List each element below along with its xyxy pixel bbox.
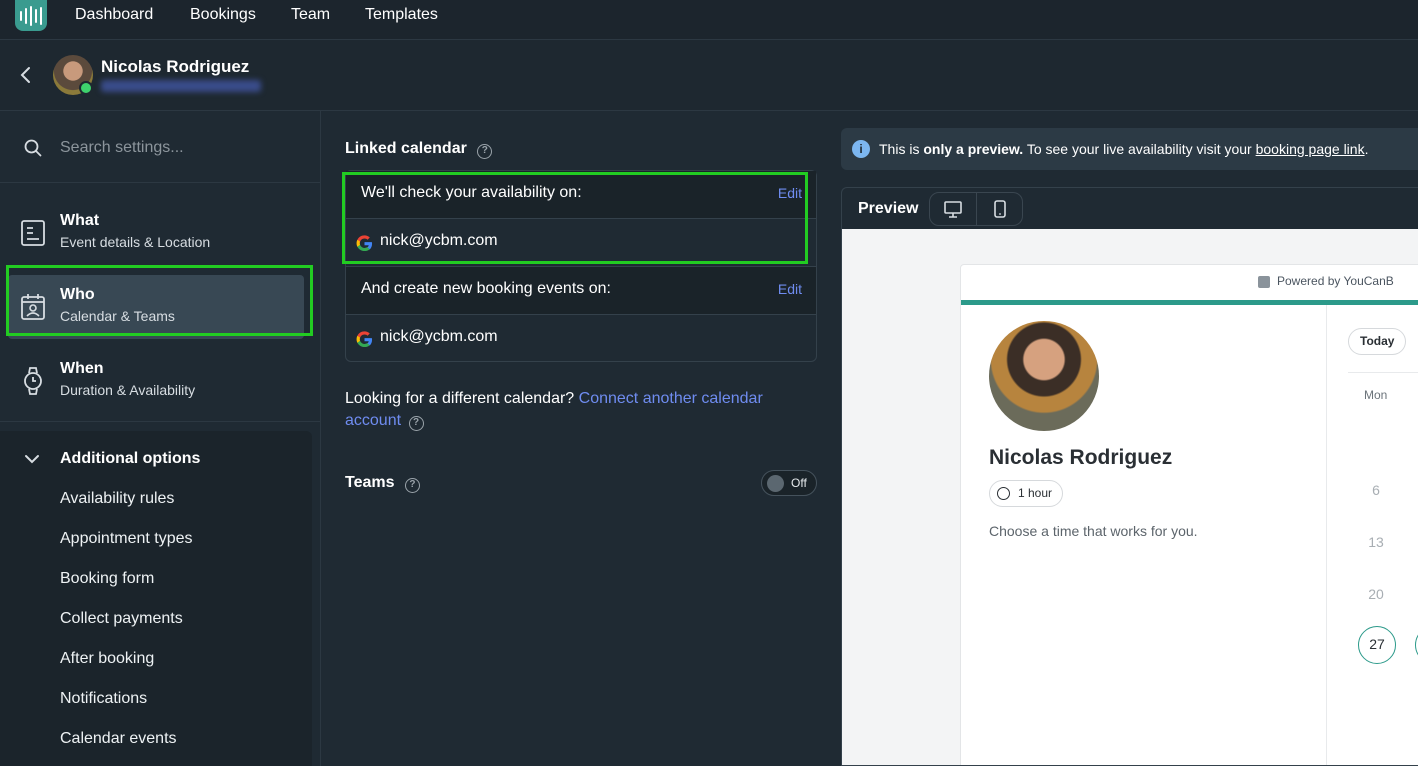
nav-bookings[interactable]: Bookings [190,6,256,24]
profile-photo [989,321,1099,431]
help-icon[interactable]: ? [477,144,493,159]
back-arrow-icon[interactable] [18,65,34,85]
nav-dashboard[interactable]: Dashboard [75,6,153,24]
option-notifications[interactable]: Notifications [60,690,147,708]
different-calendar-text: Looking for a different calendar? Connec… [345,388,815,432]
duration-badge: 1 hour [989,480,1064,507]
preview-panel: Preview Powered by YouCanB Nicolas Rodri… [841,187,1418,766]
banner-text-end: . [1364,141,1369,157]
clock-icon [997,487,1010,500]
preview-info-banner: i This is only a preview. To see your li… [841,128,1418,170]
watch-icon [24,367,42,395]
google-icon [356,235,373,252]
google-icon [356,331,373,348]
document-icon [21,220,45,246]
option-booking-form[interactable]: Booking form [60,570,154,588]
banner-text: This is only a preview. To see your live… [879,141,1368,157]
banner-text-bold: only a preview. [923,141,1024,157]
booking-page-preview: Powered by YouCanB Nicolas Rodriguez 1 h… [960,264,1418,765]
weekday-label: Mon [1364,388,1388,402]
sidebar-item-who[interactable]: Who Calendar & Teams [8,275,304,339]
search-icon [24,139,42,157]
create-events-header: And create new booking events on: Edit [346,267,816,315]
check-calendar-row: nick@ycbm.com [346,219,816,267]
mobile-view-button[interactable] [976,193,1022,225]
search-input[interactable] [60,135,300,161]
check-availability-label: We'll check your availability on: [361,184,582,201]
linked-calendar-card: We'll check your availability on: Edit n… [345,170,817,362]
linked-calendar-title: Linked calendar ? [345,140,493,159]
info-icon: i [852,140,870,158]
additional-options-panel: Additional options Availability rules Ap… [0,431,312,766]
option-after-booking[interactable]: After booking [60,650,154,668]
app-logo-icon[interactable] [15,0,47,31]
sidebar-divider [0,421,320,422]
sidebar-item-what[interactable]: What Event details & Location [8,201,304,265]
column-divider [1326,305,1327,765]
search-row [0,111,320,183]
profile-header: Nicolas Rodriguez [0,40,1418,111]
option-collect-payments[interactable]: Collect payments [60,610,183,628]
online-status-icon [79,81,93,95]
create-calendar-email: nick@ycbm.com [380,328,498,345]
calendar-day-selected[interactable]: 27 [1358,626,1396,664]
device-toggle-group [929,192,1023,226]
teams-toggle[interactable]: Off [761,470,817,496]
edit-create-link[interactable]: Edit [778,281,802,297]
sidebar-item-title: When [60,360,104,377]
chevron-down-icon[interactable] [24,453,40,465]
profile-name: Nicolas Rodriguez [101,57,250,76]
booking-page-link[interactable]: booking page link [1256,141,1365,157]
mobile-icon [994,200,1006,218]
blurred-email [101,80,261,92]
teams-label: Teams [345,474,395,491]
sidebar-item-subtitle: Duration & Availability [60,382,196,398]
desktop-view-button[interactable] [930,193,976,225]
youcanbook-logo-icon [1258,276,1270,288]
calendar-day[interactable]: 20 [1361,586,1391,602]
option-calendar-events[interactable]: Calendar events [60,730,177,748]
banner-text-pre: This is [879,141,920,157]
top-nav: Dashboard Bookings Team Templates [0,0,1418,40]
check-calendar-email: nick@ycbm.com [380,232,498,249]
choose-time-text: Choose a time that works for you. [989,523,1198,539]
create-events-label: And create new booking events on: [361,280,611,297]
preview-title: Preview [858,200,919,217]
nav-team[interactable]: Team [291,6,330,24]
calendar-user-icon [21,294,45,320]
sidebar-item-subtitle: Calendar & Teams [60,308,175,324]
calendar-divider [1348,372,1418,373]
duration-label: 1 hour [1018,486,1053,500]
toggle-knob [767,475,784,492]
linked-calendar-label: Linked calendar [345,140,467,157]
calendar-day[interactable]: 13 [1361,534,1391,550]
teams-title: Teams ? [345,474,420,493]
preview-name: Nicolas Rodriguez [989,446,1173,469]
help-icon[interactable]: ? [408,416,424,431]
accent-bar [961,300,1418,305]
toggle-state-label: Off [791,476,807,490]
banner-text-mid: To see your live availability visit your [1026,141,1252,157]
calendar-day[interactable]: 6 [1361,482,1391,498]
settings-sidebar: What Event details & Location Who Calend… [0,111,321,766]
sidebar-item-title: Who [60,286,95,303]
different-calendar-label: Looking for a different calendar? [345,390,575,407]
help-icon[interactable]: ? [404,478,420,493]
check-availability-header: We'll check your availability on: Edit [346,171,816,219]
nav-templates[interactable]: Templates [365,6,438,24]
option-appointment-types[interactable]: Appointment types [60,530,193,548]
edit-check-link[interactable]: Edit [778,185,802,201]
sidebar-item-title: What [60,212,100,229]
today-button[interactable]: Today [1348,328,1407,355]
option-availability-rules[interactable]: Availability rules [60,490,174,508]
desktop-icon [944,201,962,218]
create-calendar-row: nick@ycbm.com [346,315,816,363]
powered-by-text: Powered by YouCanB [1277,274,1394,288]
sidebar-item-when[interactable]: When Duration & Availability [8,349,304,413]
additional-options-title[interactable]: Additional options [60,450,200,468]
preview-canvas: Powered by YouCanB Nicolas Rodriguez 1 h… [842,229,1418,765]
sidebar-item-subtitle: Event details & Location [60,234,211,250]
